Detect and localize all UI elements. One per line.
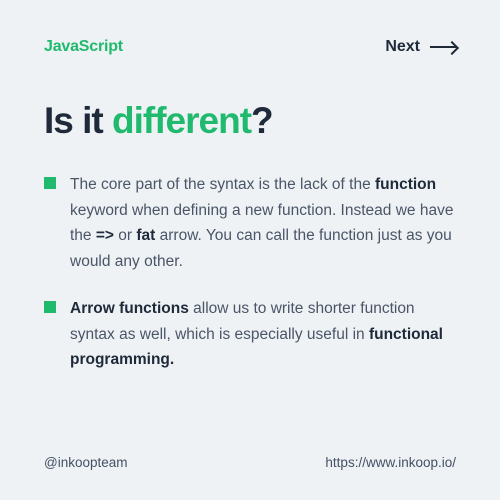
next-button[interactable]: Next bbox=[385, 38, 456, 56]
website-url: https://www.inkoop.io/ bbox=[325, 455, 456, 470]
text-bold: function bbox=[375, 176, 436, 193]
social-handle: @inkoopteam bbox=[44, 455, 128, 470]
next-label: Next bbox=[385, 38, 420, 56]
bullet-icon bbox=[44, 177, 56, 189]
bullet-icon bbox=[44, 301, 56, 313]
text-bold: Arrow functions bbox=[70, 300, 189, 317]
header: JavaScript Next bbox=[44, 38, 456, 56]
list-item: The core part of the syntax is the lack … bbox=[44, 172, 456, 274]
page-title: Is it different? bbox=[44, 100, 456, 142]
text-seg: The core part of the syntax is the lack … bbox=[70, 176, 375, 193]
text-bold: => bbox=[96, 227, 114, 244]
arrow-right-icon bbox=[430, 46, 456, 48]
footer: @inkoopteam https://www.inkoop.io/ bbox=[44, 455, 456, 470]
list-item: Arrow functions allow us to write shorte… bbox=[44, 296, 456, 373]
brand-label: JavaScript bbox=[44, 38, 123, 56]
title-part2: ? bbox=[251, 100, 273, 141]
title-highlight: different bbox=[112, 100, 251, 141]
point-text: The core part of the syntax is the lack … bbox=[70, 172, 456, 274]
point-text: Arrow functions allow us to write shorte… bbox=[70, 296, 456, 373]
text-bold: fat bbox=[136, 227, 155, 244]
points-list: The core part of the syntax is the lack … bbox=[44, 172, 456, 373]
text-seg: or bbox=[114, 227, 136, 244]
title-part1: Is it bbox=[44, 100, 112, 141]
